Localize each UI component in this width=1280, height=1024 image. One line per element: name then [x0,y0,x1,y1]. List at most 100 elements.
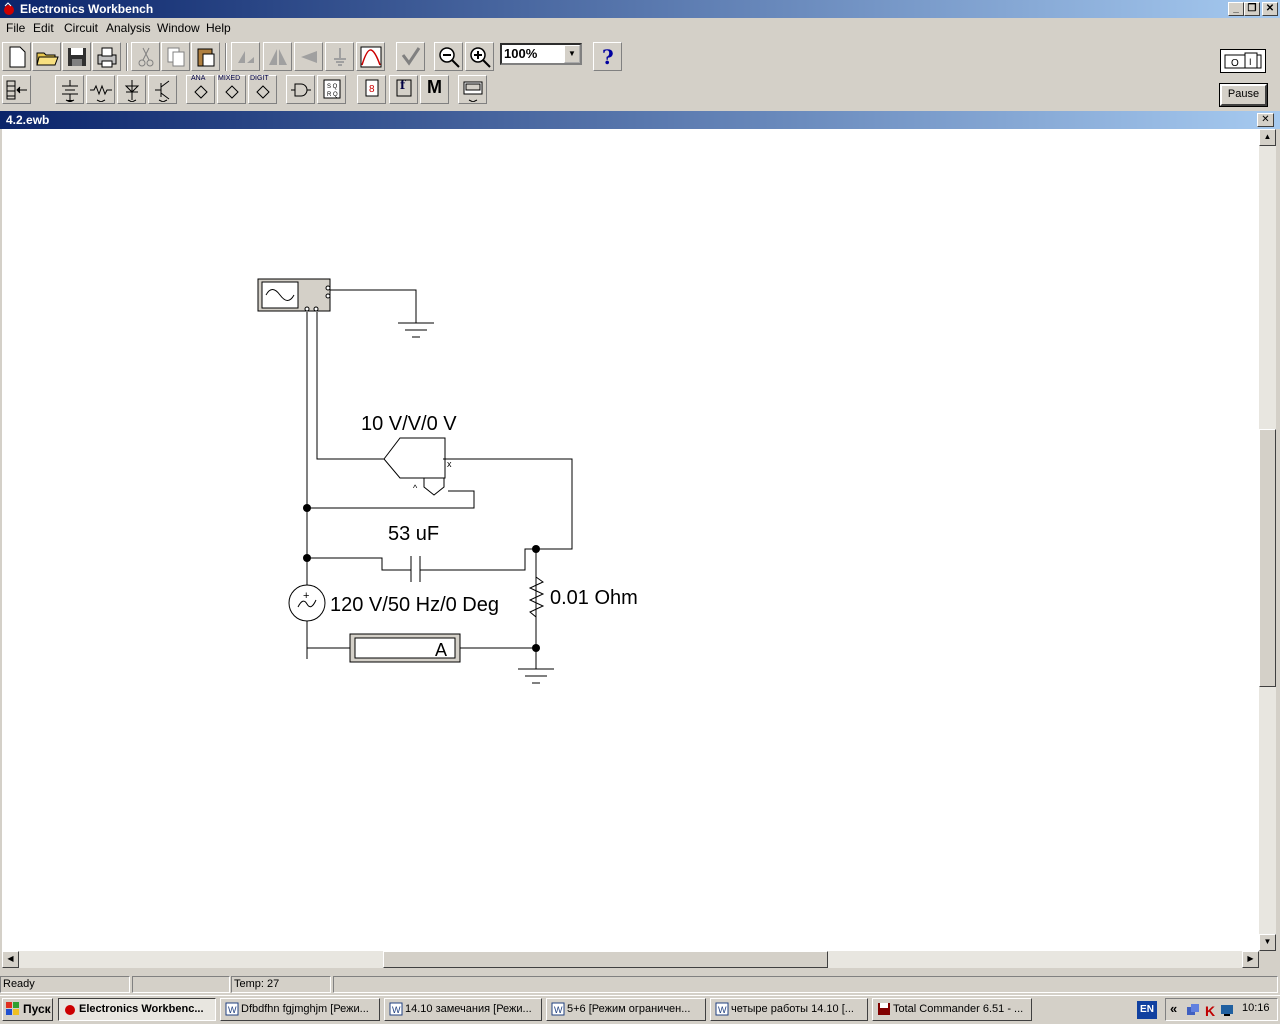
ground-bottom [518,668,554,684]
status-info [333,976,1278,993]
graph-button[interactable] [356,42,385,71]
instruments-icon [463,81,483,102]
svg-text:W: W [554,1005,563,1015]
controls-bin-button[interactable]: f [389,75,418,104]
antivirus-icon[interactable]: K [1204,1003,1218,1017]
scroll-right-arrow[interactable]: ▶ [1242,951,1259,968]
task-total-commander[interactable]: Total Commander 6.51 - ... [872,998,1032,1021]
windows-logo-icon [6,1002,19,1015]
open-button[interactable] [32,42,61,71]
flip-vertical-button[interactable] [294,42,323,71]
ammeter-label: A [435,640,447,660]
indicators-bin-button[interactable]: 8 [357,75,386,104]
save-button[interactable] [62,42,91,71]
task-word-1[interactable]: W Dfbdfhn fgjmghjm [Режи... [220,998,380,1021]
task-label: Dfbdfhn fgjmghjm [Режи... [241,1003,369,1015]
logic-gate-icon [291,83,311,97]
menu-circuit[interactable]: Circuit [64,21,98,35]
sources-bin-button[interactable] [55,75,84,104]
task-word-4[interactable]: W четыре работы 14.10 [... [710,998,868,1021]
analog-ic-bin-button[interactable]: ANA [186,75,215,104]
subcircuit-button[interactable] [396,42,425,71]
vertical-scroll-thumb[interactable] [1259,429,1276,687]
menu-edit[interactable]: Edit [33,21,54,35]
power-switch[interactable]: OI [1220,49,1266,73]
rotate-button[interactable] [231,42,260,71]
task-word-2[interactable]: W 14.10 замечания [Режи... [384,998,542,1021]
new-button[interactable] [2,42,31,71]
graph-icon [360,46,382,68]
scroll-down-arrow[interactable]: ▼ [1259,934,1276,951]
printer-icon [97,47,117,68]
task-label: 5+6 [Режим ограничен... [567,1003,691,1015]
document-close-button[interactable]: ✕ [1257,113,1274,127]
favorites-bin-icon [6,80,27,100]
mixed-ic-icon [225,85,239,99]
analog-ic-icon [194,85,208,99]
start-button[interactable]: Пуск [2,998,53,1021]
flip-horizontal-icon [269,49,287,65]
minimize-button[interactable]: _ [1228,2,1244,16]
language-indicator[interactable]: EN [1137,1001,1157,1019]
paste-button[interactable] [191,42,220,71]
vertical-scrollbar[interactable]: ▲ ▼ [1259,129,1276,951]
horizontal-scroll-thumb[interactable] [383,951,828,968]
clipboard-icon [197,48,215,67]
misc-bin-button[interactable]: M [420,75,449,104]
digital-ic-bin-button[interactable]: DIGIT [248,75,277,104]
menu-help[interactable]: Help [206,21,231,35]
amplifier-label: 10 V/V/0 V [361,413,457,435]
system-tray: « K 10:16 [1165,998,1278,1021]
svg-text:K: K [1205,1003,1215,1017]
restore-button[interactable]: ❐ [1244,2,1260,16]
svg-text:O: O [1231,58,1239,69]
task-electronics-workbench[interactable]: Electronics Workbenc... [58,998,216,1021]
word-doc-icon: W [225,1002,239,1016]
copy-button[interactable] [161,42,190,71]
monitor-icon[interactable] [1220,1003,1234,1017]
close-button[interactable]: ✕ [1262,2,1278,16]
oscilloscope[interactable] [257,278,331,312]
instruments-bin-button[interactable] [458,75,487,104]
menu-analysis[interactable]: Analysis [106,21,151,35]
help-button[interactable]: ? [593,42,622,71]
capacitor[interactable] [410,556,421,582]
task-word-3[interactable]: W 5+6 [Режим ограничен... [546,998,706,1021]
zoom-in-icon [470,47,491,68]
chevron-down-icon[interactable]: ▼ [564,45,580,63]
scroll-left-arrow[interactable]: ◀ [2,951,19,968]
menu-file[interactable]: File [6,21,25,35]
copy-icon [167,47,185,67]
schematic-canvas[interactable]: x ^ 10 V/V/0 V 53 uF + 120 V/50 Hz/0 Deg… [2,129,1259,951]
pause-button[interactable]: Pause [1219,83,1268,107]
mixed-ic-bin-button[interactable]: MIXED [217,75,246,104]
status-temp: Temp: 27 [231,976,331,993]
zoom-in-button[interactable] [465,42,494,71]
transistors-bin-button[interactable] [148,75,177,104]
flip-horizontal-button[interactable] [263,42,292,71]
component-properties-button[interactable] [325,42,354,71]
status-ready: Ready [0,976,130,993]
zoom-select[interactable]: 100% ▼ [500,43,582,65]
menu-window[interactable]: Window [157,21,200,35]
print-button[interactable] [92,42,121,71]
new-file-icon [9,46,26,68]
tray-expand-icon[interactable]: « [1170,1001,1177,1016]
digital-bin-button[interactable]: S Q R Q [317,75,346,104]
svg-text:I: I [1249,57,1252,67]
status-middle [132,976,230,993]
basic-bin-button[interactable] [86,75,115,104]
logic-gates-bin-button[interactable] [286,75,315,104]
zoom-out-icon [439,47,460,68]
network-icon[interactable] [1186,1003,1200,1017]
start-label: Пуск [23,1002,51,1016]
app-icon [4,2,14,15]
scroll-up-arrow[interactable]: ▲ [1259,129,1276,146]
title-bar: Electronics Workbench _ ❐ ✕ [0,0,1280,18]
horizontal-scrollbar[interactable]: ◀ ▶ [2,951,1259,968]
diodes-bin-button[interactable] [117,75,146,104]
cut-button[interactable] [131,42,160,71]
svg-text:8: 8 [369,84,375,95]
favorites-bin-button[interactable] [2,75,31,104]
zoom-out-button[interactable] [434,42,463,71]
